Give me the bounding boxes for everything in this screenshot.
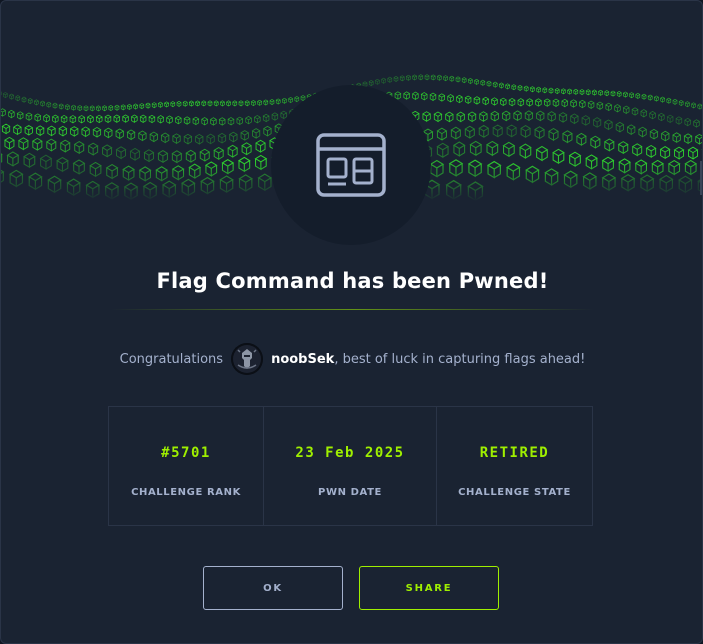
stat-pwn-date: 23 Feb 2025 PWN DATE bbox=[263, 407, 436, 525]
challenge-badge bbox=[271, 85, 431, 245]
scrollbar-thumb[interactable] bbox=[700, 161, 702, 195]
stat-challenge-state: RETIRED CHALLENGE STATE bbox=[436, 407, 592, 525]
challenge-state-label: CHALLENGE STATE bbox=[458, 487, 571, 498]
congratulations-line: Congratulations noobSek , best of luck i… bbox=[1, 343, 702, 375]
pwn-date-value: 23 Feb 2025 bbox=[295, 445, 405, 461]
ok-button[interactable]: OK bbox=[203, 566, 343, 610]
congrats-suffix: , best of luck in capturing flags ahead! bbox=[334, 351, 586, 367]
web-challenge-icon bbox=[316, 133, 386, 197]
title-divider bbox=[111, 309, 594, 310]
congrats-prefix: Congratulations bbox=[119, 351, 224, 367]
username-link[interactable]: noobSek bbox=[271, 352, 334, 367]
share-button[interactable]: SHARE bbox=[359, 566, 499, 610]
pwned-modal: Flag Command has been Pwned! Congratulat… bbox=[0, 0, 703, 644]
challenge-rank-label: CHALLENGE RANK bbox=[131, 487, 241, 498]
pwn-date-label: PWN DATE bbox=[318, 487, 382, 498]
challenge-state-value: RETIRED bbox=[479, 445, 550, 461]
challenge-rank-value: #5701 bbox=[161, 445, 211, 461]
user-avatar[interactable] bbox=[231, 343, 264, 375]
page-title: Flag Command has been Pwned! bbox=[156, 269, 549, 293]
stat-challenge-rank: #5701 CHALLENGE RANK bbox=[109, 407, 263, 525]
stats-panel: #5701 CHALLENGE RANK 23 Feb 2025 PWN DAT… bbox=[108, 406, 593, 526]
